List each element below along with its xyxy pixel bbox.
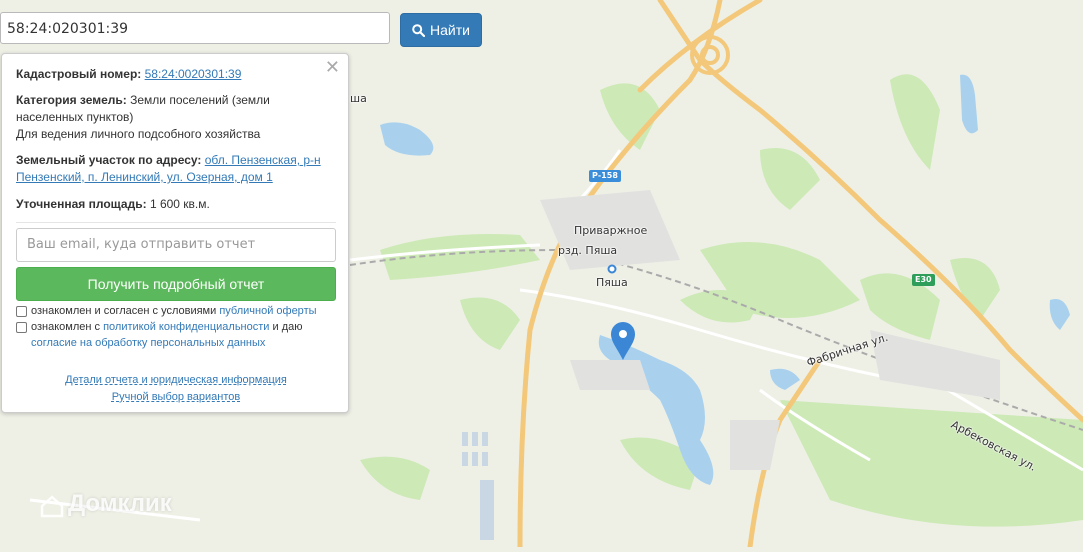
offer-consent-text: ознакомлен и согласен с условиями публич… <box>31 303 317 319</box>
privacy-consent-label-2: и даю <box>272 321 303 333</box>
map-label-privrazhnoe: Приваржное <box>574 224 648 237</box>
public-offer-link[interactable]: публичной оферты <box>219 305 316 317</box>
land-usage: Для ведения личного подсобного хозяйства <box>16 127 261 141</box>
station-icon <box>607 264 617 274</box>
manual-selection-link[interactable]: Ручной выбор вариантов <box>2 391 350 403</box>
offer-consent-checkbox[interactable] <box>16 306 27 317</box>
privacy-consent-text: ознакомлен с политикой конфиденциальност… <box>31 319 331 335</box>
privacy-policy-link[interactable]: политикой конфиденциальности <box>103 321 269 333</box>
search-button-label: Найти <box>430 22 470 38</box>
address-row: Земельный участок по адресу: обл. Пензен… <box>16 152 334 186</box>
get-report-button[interactable]: Получить подробный отчет <box>16 267 336 301</box>
email-field[interactable]: Ваш email, куда отправить отчет <box>16 228 336 262</box>
address-label: Земельный участок по адресу: <box>16 153 202 167</box>
cadastral-number-row: Кадастровый номер: 58:24:0020301:39 <box>16 66 334 83</box>
search-icon <box>412 23 426 37</box>
parcel-info-panel: ✕ Кадастровый номер: 58:24:0020301:39 Ка… <box>1 53 349 413</box>
search-button[interactable]: Найти <box>400 13 482 47</box>
map-label-rzd-pyasha: рзд. Пяша <box>558 244 618 257</box>
area-label: Уточненная площадь: <box>16 197 147 211</box>
offer-consent-label: ознакомлен и согласен с условиями <box>31 305 217 317</box>
category-label: Категория земель: <box>16 93 127 107</box>
divider <box>16 222 336 223</box>
privacy-consent-label: ознакомлен с <box>31 321 101 333</box>
report-details-link[interactable]: Детали отчета и юридическая информация <box>2 374 350 386</box>
land-category-row: Категория земель: Земли поселений (земли… <box>16 92 334 143</box>
privacy-consent-checkbox[interactable] <box>16 322 27 333</box>
area-row: Уточненная площадь: 1 600 кв.м. <box>16 196 334 213</box>
personal-data-consent-link[interactable]: согласие на обработку персональных данны… <box>31 337 265 349</box>
domclick-logo-icon <box>40 495 64 518</box>
road-badge-e30: E30 <box>912 274 935 286</box>
cadastral-number-link[interactable]: 58:24:0020301:39 <box>145 67 242 81</box>
personal-data-consent-row: согласие на обработку персональных данны… <box>31 335 265 351</box>
area-value: 1 600 кв.м. <box>149 197 210 211</box>
map-label-fragment: ша <box>350 92 367 105</box>
road-badge-r158: Р-158 <box>589 170 621 182</box>
cadastral-search-input[interactable]: 58:24:020301:39 <box>0 12 390 44</box>
cadastral-label: Кадастровый номер: <box>16 67 142 81</box>
map-label-pyasha: Пяша <box>596 276 628 289</box>
domclick-watermark: Домклик <box>68 490 172 517</box>
